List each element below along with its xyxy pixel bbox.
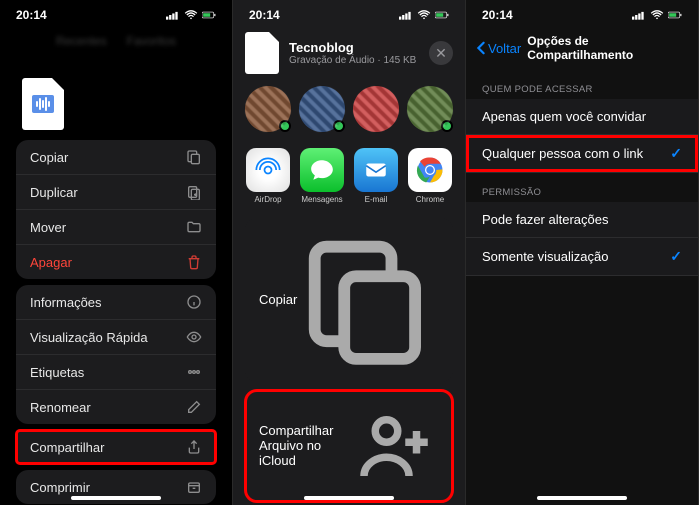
duplicate-icon — [186, 184, 202, 200]
copy-icon — [186, 149, 202, 165]
back-label: Voltar — [488, 41, 521, 56]
menu-info[interactable]: Informações — [16, 285, 216, 320]
close-icon: ✕ — [435, 45, 447, 62]
file-thumbnail — [22, 78, 64, 130]
app-messages[interactable]: Mensagens — [298, 148, 346, 204]
app-chrome[interactable]: Chrome — [406, 148, 454, 204]
avatar[interactable] — [245, 86, 291, 132]
option-view-label: Somente visualização — [482, 249, 608, 264]
menu-duplicate[interactable]: Duplicar — [16, 175, 216, 210]
status-bar: 20:14 — [0, 0, 232, 26]
menu-delete[interactable]: Apagar — [16, 245, 216, 279]
option-anyone-link[interactable]: Qualquer pessoa com o link ✓ — [466, 135, 698, 173]
option-invite-label: Apenas quem você convidar — [482, 109, 646, 124]
option-link-label: Qualquer pessoa com o link — [482, 146, 643, 161]
status-bar: 20:14 — [466, 0, 698, 26]
menu-copy[interactable]: Copiar — [16, 140, 216, 175]
menu-copy-label: Copiar — [30, 150, 68, 165]
home-indicator[interactable] — [304, 496, 394, 500]
nav-title: Opções de Compartilhamento — [527, 34, 688, 62]
archive-icon — [186, 479, 202, 495]
add-person-icon — [349, 401, 439, 491]
highlight-icloud: Compartilhar Arquivo no iCloud — [245, 390, 453, 502]
menu-tags-label: Etiquetas — [30, 365, 84, 380]
avatar[interactable] — [299, 86, 345, 132]
app-mail-label: E-mail — [352, 195, 400, 204]
menu-compress-label: Comprimir — [30, 480, 90, 495]
status-time: 20:14 — [16, 8, 47, 22]
option-invite-only[interactable]: Apenas quem você convidar — [466, 99, 698, 135]
section-who-can-access: QUEM PODE ACESSAR — [466, 70, 698, 99]
checkmark-icon: ✓ — [670, 145, 682, 162]
app-airdrop[interactable]: AirDrop — [244, 148, 292, 204]
home-indicator[interactable] — [537, 496, 627, 500]
screen-share-sheet: 20:14 Tecnoblog Gravação de Áudio · 145 … — [233, 0, 466, 505]
back-button[interactable]: Voltar — [476, 41, 521, 56]
eye-icon — [186, 329, 202, 345]
messages-icon — [300, 148, 344, 192]
checkmark-icon: ✓ — [670, 248, 682, 265]
share-file-subtitle: Gravação de Áudio · 145 KB — [289, 55, 419, 66]
trash-icon — [186, 254, 202, 270]
share-file-title: Tecnoblog — [289, 40, 419, 55]
app-chrome-label: Chrome — [406, 195, 454, 204]
option-view-only[interactable]: Somente visualização ✓ — [466, 238, 698, 276]
share-header: Tecnoblog Gravação de Áudio · 145 KB ✕ — [233, 26, 465, 82]
status-icons — [632, 10, 682, 20]
share-file-thumb — [245, 32, 279, 74]
avatar[interactable] — [353, 86, 399, 132]
menu-duplicate-label: Duplicar — [30, 185, 78, 200]
menu-info-label: Informações — [30, 295, 102, 310]
status-bar: 20:14 — [233, 0, 465, 26]
share-icon — [186, 439, 202, 455]
copy-icon — [297, 229, 439, 371]
highlight-share: Compartilhar — [16, 430, 216, 464]
option-edit-label: Pode fazer alterações — [482, 212, 608, 227]
airdrop-icon — [246, 148, 290, 192]
screen-share-options: 20:14 Voltar Opções de Compartilhamento … — [466, 0, 699, 505]
menu-share[interactable]: Compartilhar — [16, 430, 216, 464]
status-time: 20:14 — [482, 8, 513, 22]
menu-tags[interactable]: Etiquetas — [16, 355, 216, 390]
tag-icon — [186, 364, 202, 380]
option-can-edit[interactable]: Pode fazer alterações — [466, 202, 698, 238]
status-time: 20:14 — [249, 8, 280, 22]
action-copy[interactable]: Copiar — [245, 218, 453, 382]
menu-rename-label: Renomear — [30, 400, 91, 415]
mail-icon — [354, 148, 398, 192]
action-icloud-label: Compartilhar Arquivo no iCloud — [259, 423, 349, 468]
app-messages-label: Mensagens — [298, 195, 346, 204]
chrome-icon — [408, 148, 452, 192]
folder-icon — [186, 219, 202, 235]
menu-move-label: Mover — [30, 220, 66, 235]
action-copy-label: Copiar — [259, 292, 297, 307]
share-contacts-row[interactable] — [233, 82, 465, 140]
screen-context-menu: 20:14 RecentesFavoritos Copiar Duplicar … — [0, 0, 233, 505]
nav-bar: Voltar Opções de Compartilhamento — [466, 26, 698, 70]
chevron-left-icon — [476, 41, 486, 55]
pencil-icon — [186, 399, 202, 415]
info-icon — [186, 294, 202, 310]
close-button[interactable]: ✕ — [429, 41, 453, 65]
menu-quicklook[interactable]: Visualização Rápida — [16, 320, 216, 355]
menu-quicklook-label: Visualização Rápida — [30, 330, 148, 345]
menu-delete-label: Apagar — [30, 255, 72, 270]
menu-move[interactable]: Mover — [16, 210, 216, 245]
status-icons — [399, 10, 449, 20]
avatar[interactable] — [407, 86, 453, 132]
home-indicator[interactable] — [71, 496, 161, 500]
menu-rename[interactable]: Renomear — [16, 390, 216, 424]
section-permission: PERMISSÃO — [466, 173, 698, 202]
context-menu: Copiar Duplicar Mover Apagar — [16, 140, 216, 279]
share-apps-row: AirDrop Mensagens E-mail Chrome — [233, 140, 465, 208]
app-mail[interactable]: E-mail — [352, 148, 400, 204]
app-airdrop-label: AirDrop — [244, 195, 292, 204]
menu-share-label: Compartilhar — [30, 440, 104, 455]
share-actions: Copiar — [245, 218, 453, 382]
status-icons — [166, 10, 216, 20]
action-icloud-share[interactable]: Compartilhar Arquivo no iCloud — [245, 390, 453, 502]
